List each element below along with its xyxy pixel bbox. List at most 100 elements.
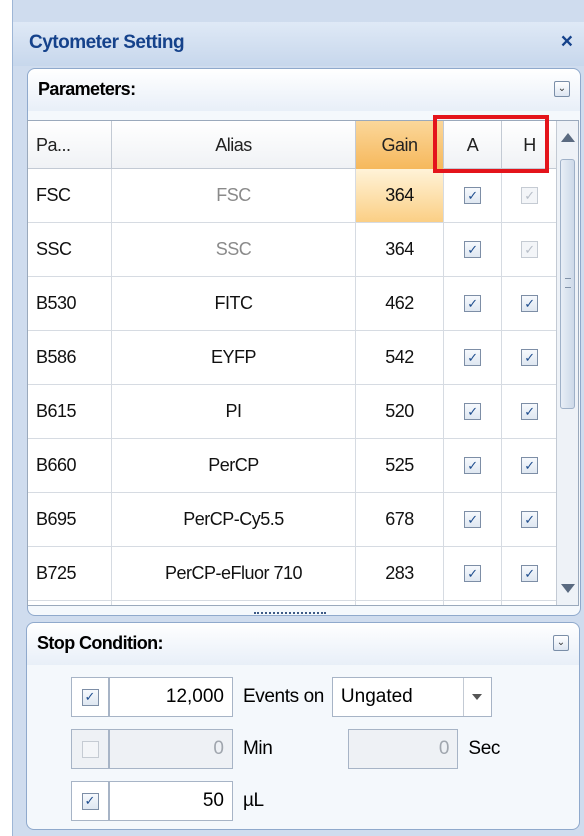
vertical-scrollbar[interactable] <box>556 121 578 605</box>
column-header-gain[interactable]: Gain <box>356 121 444 169</box>
gain-cell[interactable]: 520 <box>356 385 444 438</box>
minutes-input[interactable]: 0 <box>109 729 233 769</box>
alias-cell[interactable]: SSC <box>112 223 356 276</box>
height-checkbox[interactable]: ✓ <box>521 349 538 366</box>
alias-cell[interactable]: EYFP <box>112 331 356 384</box>
table-row[interactable]: B695 PerCP-Cy5.5 678 ✓ ✓ <box>28 493 558 547</box>
param-cell[interactable]: B660 <box>28 439 112 492</box>
height-checkbox[interactable]: ✓ <box>521 511 538 528</box>
param-cell[interactable]: SSC <box>28 223 112 276</box>
param-cell[interactable]: B725 <box>28 547 112 600</box>
time-checkbox[interactable] <box>81 740 99 758</box>
height-checkbox[interactable]: ✓ <box>521 457 538 474</box>
alias-cell[interactable]: PerCP-eFluor 710 <box>112 547 356 600</box>
parameters-title: Parameters: <box>38 79 136 99</box>
area-cell: ✓ <box>444 493 502 546</box>
area-checkbox[interactable]: ✓ <box>464 565 481 582</box>
gain-cell[interactable]: 542 <box>356 331 444 384</box>
gain-cell[interactable]: 364 <box>356 223 444 276</box>
alias-cell[interactable]: PerCP-Cy5.5 <box>112 493 356 546</box>
height-checkbox[interactable]: ✓ <box>521 295 538 312</box>
volume-input[interactable]: 50 <box>109 781 233 821</box>
param-cell[interactable]: B615 <box>28 385 112 438</box>
time-checkbox-cell[interactable] <box>71 729 109 769</box>
gain-cell[interactable]: 364 <box>356 169 444 222</box>
area-checkbox[interactable]: ✓ <box>464 295 481 312</box>
area-cell: ✓ <box>444 277 502 330</box>
height-checkbox[interactable]: ✓ <box>521 241 538 258</box>
column-header-param[interactable]: Pa... <box>28 121 112 169</box>
height-cell: ✓ <box>502 277 558 330</box>
height-cell: ✓ <box>502 385 558 438</box>
table-row[interactable]: B660 PerCP 525 ✓ ✓ <box>28 439 558 493</box>
grip-icon <box>565 278 571 288</box>
height-checkbox[interactable]: ✓ <box>521 565 538 582</box>
table-row[interactable]: SSC SSC 364 ✓ ✓ <box>28 223 558 277</box>
volume-checkbox-cell[interactable]: ✓ <box>71 781 109 821</box>
param-cell[interactable]: B586 <box>28 331 112 384</box>
seconds-label: Sec <box>468 738 500 759</box>
area-cell: ✓ <box>444 169 502 222</box>
table-row[interactable]: B615 PI 520 ✓ ✓ <box>28 385 558 439</box>
panel-title: Cytometer Setting <box>29 32 185 53</box>
area-cell: ✓ <box>444 223 502 276</box>
panel-titlebar: Cytometer Setting × <box>13 22 584 66</box>
chevron-down-icon[interactable]: ⌄ <box>553 635 569 651</box>
volume-checkbox[interactable]: ✓ <box>81 792 99 810</box>
gain-cell[interactable]: 462 <box>356 277 444 330</box>
close-icon[interactable]: × <box>561 30 573 54</box>
table-row[interactable]: B725 PerCP-eFluor 710 283 ✓ ✓ <box>28 547 558 601</box>
area-checkbox[interactable]: ✓ <box>464 511 481 528</box>
gain-cell[interactable]: 283 <box>356 547 444 600</box>
table-row[interactable]: FSC FSC 364 ✓ ✓ <box>28 169 558 223</box>
table-row[interactable]: B586 EYFP 542 ✓ ✓ <box>28 331 558 385</box>
panel-splitter[interactable] <box>254 612 326 618</box>
scroll-thumb[interactable] <box>560 159 575 409</box>
gain-cell[interactable]: 354 <box>356 601 444 605</box>
area-cell: ✓ <box>444 331 502 384</box>
events-checkbox-cell[interactable]: ✓ <box>71 677 109 717</box>
alias-cell[interactable]: PerCP <box>112 439 356 492</box>
alias-cell[interactable]: PI <box>112 385 356 438</box>
parameters-header[interactable]: Parameters: ⌄ <box>28 69 580 111</box>
height-cell: ✓ <box>502 331 558 384</box>
height-cell: ✓ <box>502 601 558 605</box>
param-cell[interactable]: FSC <box>28 169 112 222</box>
height-checkbox[interactable]: ✓ <box>521 187 538 204</box>
param-cell[interactable]: B780 <box>28 601 112 605</box>
area-cell: ✓ <box>444 439 502 492</box>
height-cell: ✓ <box>502 169 558 222</box>
events-row: ✓ 12,000 Events on Ungated <box>71 675 492 719</box>
area-checkbox[interactable]: ✓ <box>464 241 481 258</box>
table-row[interactable]: B530 FITC 462 ✓ ✓ <box>28 277 558 331</box>
param-cell[interactable]: B695 <box>28 493 112 546</box>
table-row[interactable]: B780PE-Cy7 (B)354✓✓ <box>28 601 558 605</box>
seconds-input[interactable]: 0 <box>348 729 459 769</box>
area-checkbox[interactable]: ✓ <box>464 187 481 204</box>
param-cell[interactable]: B530 <box>28 277 112 330</box>
alias-cell[interactable]: PE-Cy7 (B) <box>112 601 356 605</box>
area-cell: ✓ <box>444 601 502 605</box>
area-checkbox[interactable]: ✓ <box>464 457 481 474</box>
scroll-down-arrow-icon[interactable] <box>561 584 575 593</box>
height-checkbox[interactable]: ✓ <box>521 403 538 420</box>
column-header-alias[interactable]: Alias <box>112 121 356 169</box>
alias-cell[interactable]: FSC <box>112 169 356 222</box>
stop-condition-header[interactable]: Stop Condition: ⌄ <box>27 623 579 665</box>
height-cell: ✓ <box>502 547 558 600</box>
chevron-down-icon[interactable] <box>462 678 491 716</box>
chevron-down-icon[interactable]: ⌄ <box>554 81 570 97</box>
area-checkbox[interactable]: ✓ <box>464 349 481 366</box>
events-count-input[interactable]: 12,000 <box>109 677 233 717</box>
gain-cell[interactable]: 525 <box>356 439 444 492</box>
gain-cell[interactable]: 678 <box>356 493 444 546</box>
volume-row: ✓ 50 µL <box>71 779 264 823</box>
gate-select-value: Ungated <box>340 686 413 707</box>
minutes-label: Min <box>243 738 273 759</box>
area-cell: ✓ <box>444 385 502 438</box>
alias-cell[interactable]: FITC <box>112 277 356 330</box>
gate-select[interactable]: Ungated <box>331 677 492 717</box>
area-checkbox[interactable]: ✓ <box>464 403 481 420</box>
scroll-up-arrow-icon[interactable] <box>561 133 575 142</box>
events-checkbox[interactable]: ✓ <box>81 688 99 706</box>
